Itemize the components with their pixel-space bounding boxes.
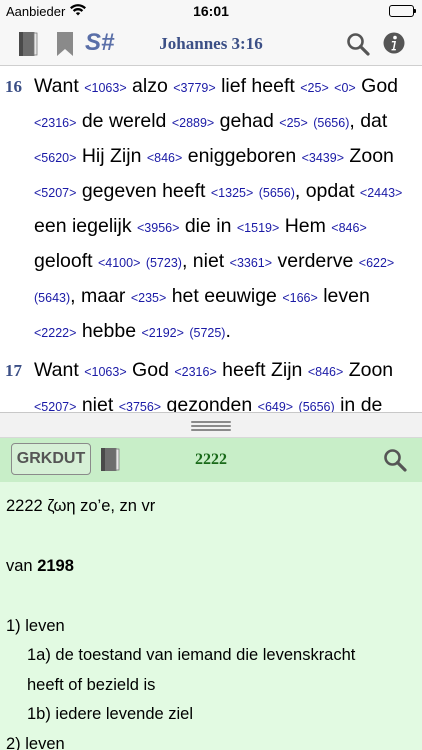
dictionary-header: GRKDUT 2222 <box>0 438 422 482</box>
strong-number-link[interactable]: <25> <box>279 116 308 130</box>
strong-number-link[interactable]: <235> <box>131 291 166 305</box>
strong-number-link[interactable]: <846> <box>147 151 182 165</box>
strong-number-link[interactable]: (5643) <box>34 291 70 305</box>
verse-text: Want <1063> alzo <3779> lief heeft <25> … <box>34 75 403 342</box>
verse-number: 17 <box>5 361 22 380</box>
strong-number-link[interactable]: <3779> <box>173 81 215 95</box>
search-icon[interactable] <box>346 32 370 56</box>
strong-number-link[interactable]: (5725) <box>189 326 225 340</box>
strong-number-link[interactable]: <2316> <box>34 116 76 130</box>
status-time: 16:01 <box>193 3 229 19</box>
verse-text: Want <1063> God <2316> heeft Zijn <846> … <box>34 359 394 412</box>
strong-number-link[interactable]: <3439> <box>302 151 344 165</box>
strong-number-link[interactable]: <2222> <box>34 326 76 340</box>
strong-number-link[interactable]: <4100> <box>98 256 140 270</box>
strong-number-link[interactable]: <649> <box>258 400 293 412</box>
dict-line: 1b) iedere levende ziel <box>27 705 194 723</box>
strong-number-link[interactable]: <5207> <box>34 400 76 412</box>
cross-reference-link[interactable]: 2198 <box>37 557 74 575</box>
strong-number-link[interactable]: <1063> <box>84 365 126 379</box>
strong-number-link[interactable]: <2316> <box>174 365 216 379</box>
strong-number-link[interactable]: <846> <box>308 365 343 379</box>
strong-number-link[interactable]: <622> <box>359 256 394 270</box>
strong-number-link[interactable]: <25> <box>300 81 329 95</box>
dict-line: heeft of bezield is <box>27 676 156 694</box>
strong-number-link[interactable]: <3956> <box>137 221 179 235</box>
nav-bar: S# Johannes 3:16 <box>0 22 422 66</box>
split-divider[interactable] <box>0 412 422 438</box>
strong-number-link[interactable]: <846> <box>331 221 366 235</box>
strong-number-link[interactable]: <2443> <box>360 186 402 200</box>
strong-number-link[interactable]: <166> <box>282 291 317 305</box>
strong-number-link[interactable]: <3756> <box>119 400 161 412</box>
dictionary-entry-title: 2222 <box>195 451 227 468</box>
dictionary-entry-body: 2222 ζωη zo’e, zn vr van 2198 1) leven 1… <box>0 482 422 750</box>
strong-number-link[interactable]: (5656) <box>259 186 295 200</box>
status-bar: Aanbieder 16:01 <box>0 0 422 22</box>
strong-number-link[interactable]: (5723) <box>146 256 182 270</box>
dict-line: 1) leven <box>6 617 65 635</box>
search-icon[interactable] <box>383 448 407 472</box>
strong-number-link[interactable]: (5656) <box>299 400 335 412</box>
dict-line: 1a) de toestand van iemand die levenskra… <box>27 646 356 664</box>
strong-number-link[interactable]: <1325> <box>211 186 253 200</box>
dict-line: 2) leven <box>6 735 65 750</box>
strong-number-link[interactable]: <2889> <box>172 116 214 130</box>
strong-number-link[interactable]: <3361> <box>230 256 272 270</box>
strong-number-link[interactable]: <1063> <box>84 81 126 95</box>
battery-icon <box>389 5 416 17</box>
verse[interactable]: 17 Want <1063> God <2316> heeft Zijn <84… <box>0 354 422 412</box>
drag-handle-icon[interactable] <box>191 421 231 431</box>
verse-number: 16 <box>5 77 22 96</box>
strong-number-link[interactable]: <1519> <box>237 221 279 235</box>
bible-text-view[interactable]: 16 Want <1063> alzo <3779> lief heeft <2… <box>0 66 422 412</box>
strong-number-link[interactable]: <5207> <box>34 186 76 200</box>
info-icon[interactable] <box>383 32 405 54</box>
strong-number-link[interactable]: <5620> <box>34 151 76 165</box>
strong-number-link[interactable]: <0> <box>334 81 356 95</box>
strong-number-link[interactable]: (5656) <box>313 116 349 130</box>
dict-line: 2222 ζωη zo’e, zn vr <box>6 497 156 515</box>
dict-line: van 2198 <box>6 557 74 575</box>
strong-number-link[interactable]: <2192> <box>141 326 183 340</box>
verse[interactable]: 16 Want <1063> alzo <3779> lief heeft <2… <box>0 66 422 350</box>
